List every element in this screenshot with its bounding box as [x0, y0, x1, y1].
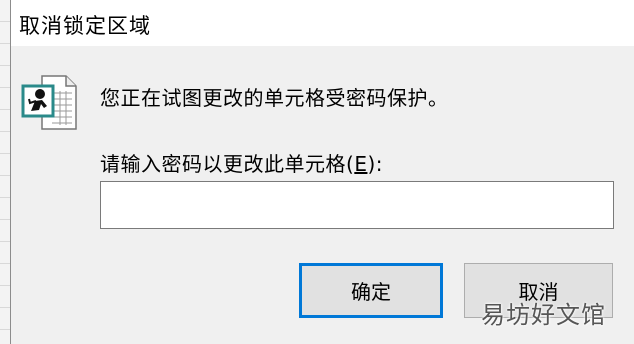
dialog-title: 取消锁定区域	[19, 14, 151, 38]
dialog-titlebar[interactable]: 取消锁定区域	[11, 0, 634, 46]
screen: 取消锁定区域 您正在试图更改的单元格受密码保护。 请输入密码以更改此单元格(E)…	[0, 0, 634, 344]
ok-button[interactable]: 确定	[299, 263, 443, 318]
protected-sheet-warning-icon	[20, 73, 82, 133]
unlock-range-dialog: 取消锁定区域 您正在试图更改的单元格受密码保护。 请输入密码以更改此单元格(E)…	[10, 0, 634, 344]
protection-message: 您正在试图更改的单元格受密码保护。	[100, 86, 449, 110]
password-input[interactable]	[100, 181, 614, 229]
password-prompt-label: 请输入密码以更改此单元格(E):	[100, 148, 383, 177]
cancel-button[interactable]: 取消	[464, 263, 613, 318]
password-prompt-suffix: ):	[367, 152, 383, 176]
password-prompt-mnemonic: E	[354, 152, 368, 176]
password-prompt-text: 请输入密码以更改此单元格(	[100, 152, 355, 176]
